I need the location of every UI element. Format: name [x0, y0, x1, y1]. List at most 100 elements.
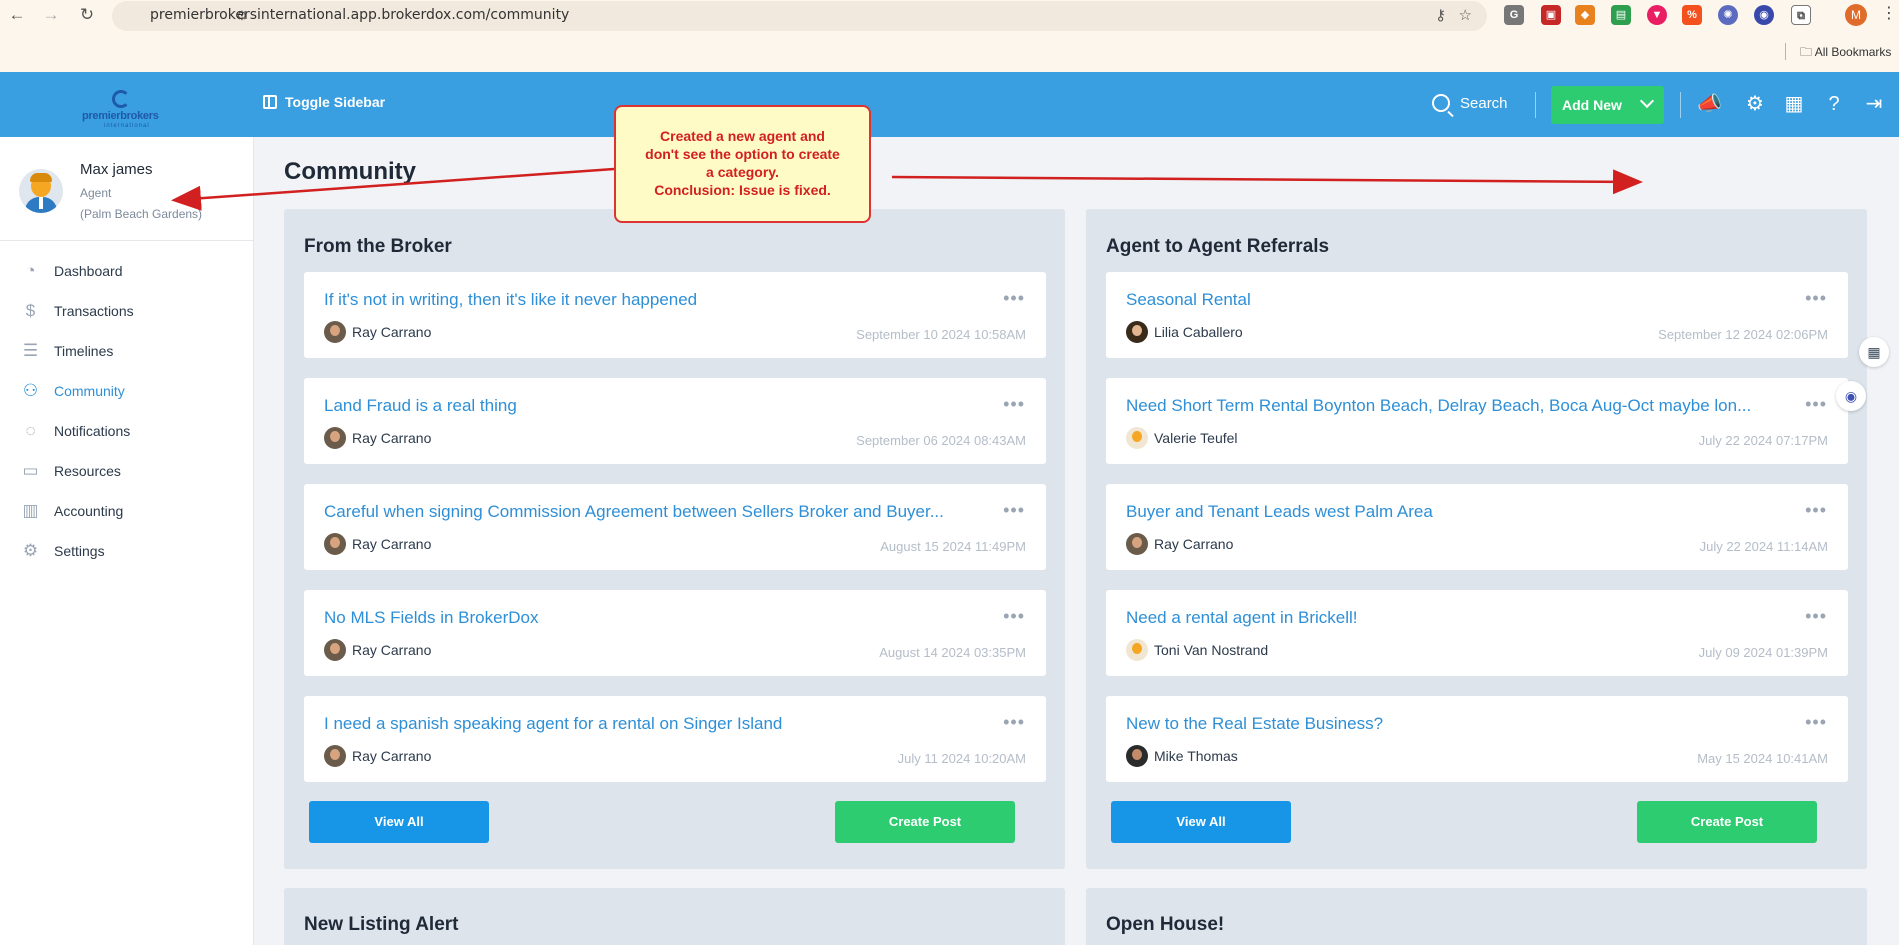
post-author: Valerie Teufel	[1154, 430, 1238, 446]
post-title[interactable]: Need a rental agent in Brickell!	[1126, 608, 1796, 628]
megaphone-icon[interactable]: 📣	[1697, 92, 1722, 116]
avatar-hair	[30, 173, 52, 182]
gear-icon: ⚙	[22, 541, 39, 560]
profile-avatar[interactable]: M	[1845, 4, 1867, 26]
post-title[interactable]: New to the Real Estate Business?	[1126, 714, 1796, 734]
post-title[interactable]: Buyer and Tenant Leads west Palm Area	[1126, 502, 1796, 522]
dollar-icon: $	[25, 301, 36, 320]
more-options-icon[interactable]: •••	[1003, 606, 1025, 627]
author-avatar	[1126, 639, 1148, 661]
sidebar-item-label: Community	[54, 383, 125, 399]
reload-icon[interactable]: ↻	[76, 4, 98, 26]
panel-title: Open House!	[1106, 914, 1225, 935]
annotation-callout: Created a new agent and don't see the op…	[614, 105, 871, 223]
all-bookmarks[interactable]: 🗀 All Bookmarks	[1800, 43, 1891, 64]
back-icon[interactable]: ←	[6, 4, 28, 26]
more-options-icon[interactable]: •••	[1003, 712, 1025, 733]
post-title[interactable]: Land Fraud is a real thing	[324, 396, 994, 416]
menu-icon[interactable]: ⋮	[1881, 3, 1897, 23]
more-options-icon[interactable]: •••	[1003, 500, 1025, 521]
extension-icon[interactable]: ▣	[1541, 5, 1561, 25]
post-card[interactable]: Land Fraud is a real thing ••• Ray Carra…	[304, 378, 1046, 464]
more-options-icon[interactable]: •••	[1805, 606, 1827, 627]
view-all-button[interactable]: View All	[309, 801, 489, 843]
post-title[interactable]: If it's not in writing, then it's like i…	[324, 290, 994, 310]
more-options-icon[interactable]: •••	[1003, 394, 1025, 415]
gear-icon[interactable]: ⚙	[1743, 92, 1767, 116]
avatar[interactable]	[19, 169, 63, 213]
logo[interactable]: premierbrokers international	[82, 90, 162, 129]
extension-icon[interactable]: %	[1682, 5, 1702, 25]
qr-code-icon[interactable]: ▦	[1859, 337, 1889, 367]
post-title[interactable]: No MLS Fields in BrokerDox	[324, 608, 994, 628]
post-author: Ray Carrano	[352, 748, 432, 764]
sidebar-item-settings[interactable]: ⚙ Settings	[0, 531, 254, 571]
logo-subtext: international	[104, 123, 150, 129]
more-options-icon[interactable]: •••	[1805, 288, 1827, 309]
extension-icon[interactable]: ▤	[1611, 5, 1631, 25]
panel-title: From the Broker	[304, 236, 452, 257]
logout-icon[interactable]: ⇥	[1862, 92, 1886, 116]
sidebar-item-label: Dashboard	[54, 263, 123, 279]
annotation-line: a category.	[706, 164, 779, 180]
sidebar-item-resources[interactable]: ▭ Resources	[0, 451, 254, 491]
help-icon[interactable]: ?	[1822, 92, 1846, 116]
accounting-icon: ▥	[22, 501, 39, 520]
browser-toolbar: ← → ↻ ⚙ premierbrokersinternational.app.…	[0, 0, 1899, 72]
post-card[interactable]: Need a rental agent in Brickell! ••• Ton…	[1106, 590, 1848, 676]
post-title[interactable]: Seasonal Rental	[1126, 290, 1796, 310]
extension-icon[interactable]: G	[1504, 5, 1524, 25]
url-text[interactable]: premierbrokersinternational.app.brokerdo…	[150, 7, 569, 23]
add-new-button[interactable]: Add New	[1551, 86, 1664, 124]
extension-icon[interactable]: ✺	[1718, 5, 1738, 25]
author-avatar	[1126, 427, 1148, 449]
user-role: Agent	[80, 186, 112, 200]
bookmark-star-icon[interactable]: ⚷ ☆	[1435, 6, 1472, 24]
more-options-icon[interactable]: •••	[1003, 288, 1025, 309]
post-card[interactable]: I need a spanish speaking agent for a re…	[304, 696, 1046, 782]
post-author: Ray Carrano	[352, 324, 432, 340]
user-office: (Palm Beach Gardens)	[80, 207, 203, 221]
search-icon	[1432, 94, 1450, 112]
assistant-icon[interactable]: ◉	[1836, 381, 1866, 411]
search-button[interactable]: Search	[1432, 94, 1508, 112]
post-card[interactable]: If it's not in writing, then it's like i…	[304, 272, 1046, 358]
sidebar-item-transactions[interactable]: $ Transactions	[0, 291, 254, 331]
sidebar-nav: ◔ Dashboard $ Transactions ☰ Timelines ⚇ Com…	[0, 251, 254, 571]
post-card[interactable]: Need Short Term Rental Boynton Beach, De…	[1106, 378, 1848, 464]
more-options-icon[interactable]: •••	[1805, 712, 1827, 733]
post-title[interactable]: Careful when signing Commission Agreemen…	[324, 502, 994, 522]
post-card[interactable]: Seasonal Rental ••• Lilia Caballero Sept…	[1106, 272, 1848, 358]
extension-icon[interactable]: ▼	[1647, 5, 1667, 25]
post-author: Ray Carrano	[352, 642, 432, 658]
create-post-button[interactable]: Create Post	[1637, 801, 1817, 843]
puzzle-icon[interactable]: ⧉	[1791, 5, 1811, 25]
calculator-icon[interactable]: ▦	[1782, 92, 1806, 116]
post-card[interactable]: Careful when signing Commission Agreemen…	[304, 484, 1046, 570]
arrow-right	[891, 169, 1643, 195]
annotation-line: don't see the option to create	[645, 146, 840, 162]
extension-icon[interactable]: ◆	[1575, 5, 1595, 25]
sidebar-item-community[interactable]: ⚇ Community	[0, 371, 254, 411]
forward-icon[interactable]: →	[40, 4, 62, 26]
post-card[interactable]: Buyer and Tenant Leads west Palm Area ••…	[1106, 484, 1848, 570]
address-bar[interactable]: ⚙ premierbrokersinternational.app.broker…	[112, 1, 1487, 31]
post-card[interactable]: New to the Real Estate Business? ••• Mik…	[1106, 696, 1848, 782]
toggle-sidebar-button[interactable]: Toggle Sidebar	[263, 94, 385, 110]
post-title[interactable]: I need a spanish speaking agent for a re…	[324, 714, 994, 734]
post-title[interactable]: Need Short Term Rental Boynton Beach, De…	[1126, 396, 1796, 416]
create-post-button[interactable]: Create Post	[835, 801, 1015, 843]
post-card[interactable]: No MLS Fields in BrokerDox ••• Ray Carra…	[304, 590, 1046, 676]
extension-icon[interactable]: ◉	[1754, 5, 1774, 25]
view-all-button[interactable]: View All	[1111, 801, 1291, 843]
sidebar-item-dashboard[interactable]: ◔ Dashboard	[0, 251, 254, 291]
post-date: July 11 2024 10:20AM	[897, 751, 1026, 766]
from-the-broker-panel: From the Broker If it's not in writing, …	[284, 209, 1065, 869]
author-avatar	[324, 321, 346, 343]
sidebar-item-notifications[interactable]: ◌ Notifications	[0, 411, 254, 451]
dashboard-icon: ◔	[25, 261, 36, 280]
sidebar-item-timelines[interactable]: ☰ Timelines	[0, 331, 254, 371]
more-options-icon[interactable]: •••	[1805, 500, 1827, 521]
more-options-icon[interactable]: •••	[1805, 394, 1827, 415]
sidebar-item-accounting[interactable]: ▥ Accounting	[0, 491, 254, 531]
